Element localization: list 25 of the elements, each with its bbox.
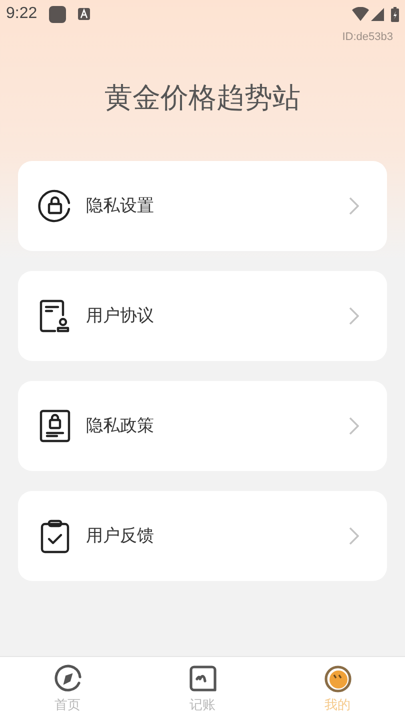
wifi-icon <box>352 7 369 21</box>
menu-item[interactable]: 用户反馈 <box>18 490 387 580</box>
avatar-icon <box>322 664 352 694</box>
clock: 9:22 <box>6 4 38 24</box>
lock-document-icon <box>37 408 73 444</box>
user-id: ID:de53b3 <box>342 30 393 45</box>
chevron-right-icon <box>349 306 359 324</box>
menu-item[interactable]: 用户协议 <box>18 270 387 360</box>
battery-icon <box>391 6 399 22</box>
app-title: 黄金价格趋势站 <box>104 84 302 112</box>
signal-icon <box>371 8 384 20</box>
chart-frame-icon <box>188 664 218 694</box>
compass-icon <box>52 664 82 694</box>
menu-label: 用户协议 <box>86 304 154 327</box>
app-notification-icon <box>49 6 66 22</box>
chevron-right-icon <box>349 526 359 544</box>
menu-label: 隐私政策 <box>86 414 154 437</box>
menu-item[interactable]: 隐私设置 <box>18 160 387 250</box>
menu-label: 用户反馈 <box>86 524 154 547</box>
menu-label: 隐私设置 <box>86 194 154 217</box>
menu-item[interactable]: 隐私政策 <box>18 380 387 470</box>
lock-icon <box>37 188 73 224</box>
chevron-right-icon <box>349 196 359 214</box>
keyboard-notification-icon <box>78 8 90 20</box>
chevron-right-icon <box>349 416 359 434</box>
